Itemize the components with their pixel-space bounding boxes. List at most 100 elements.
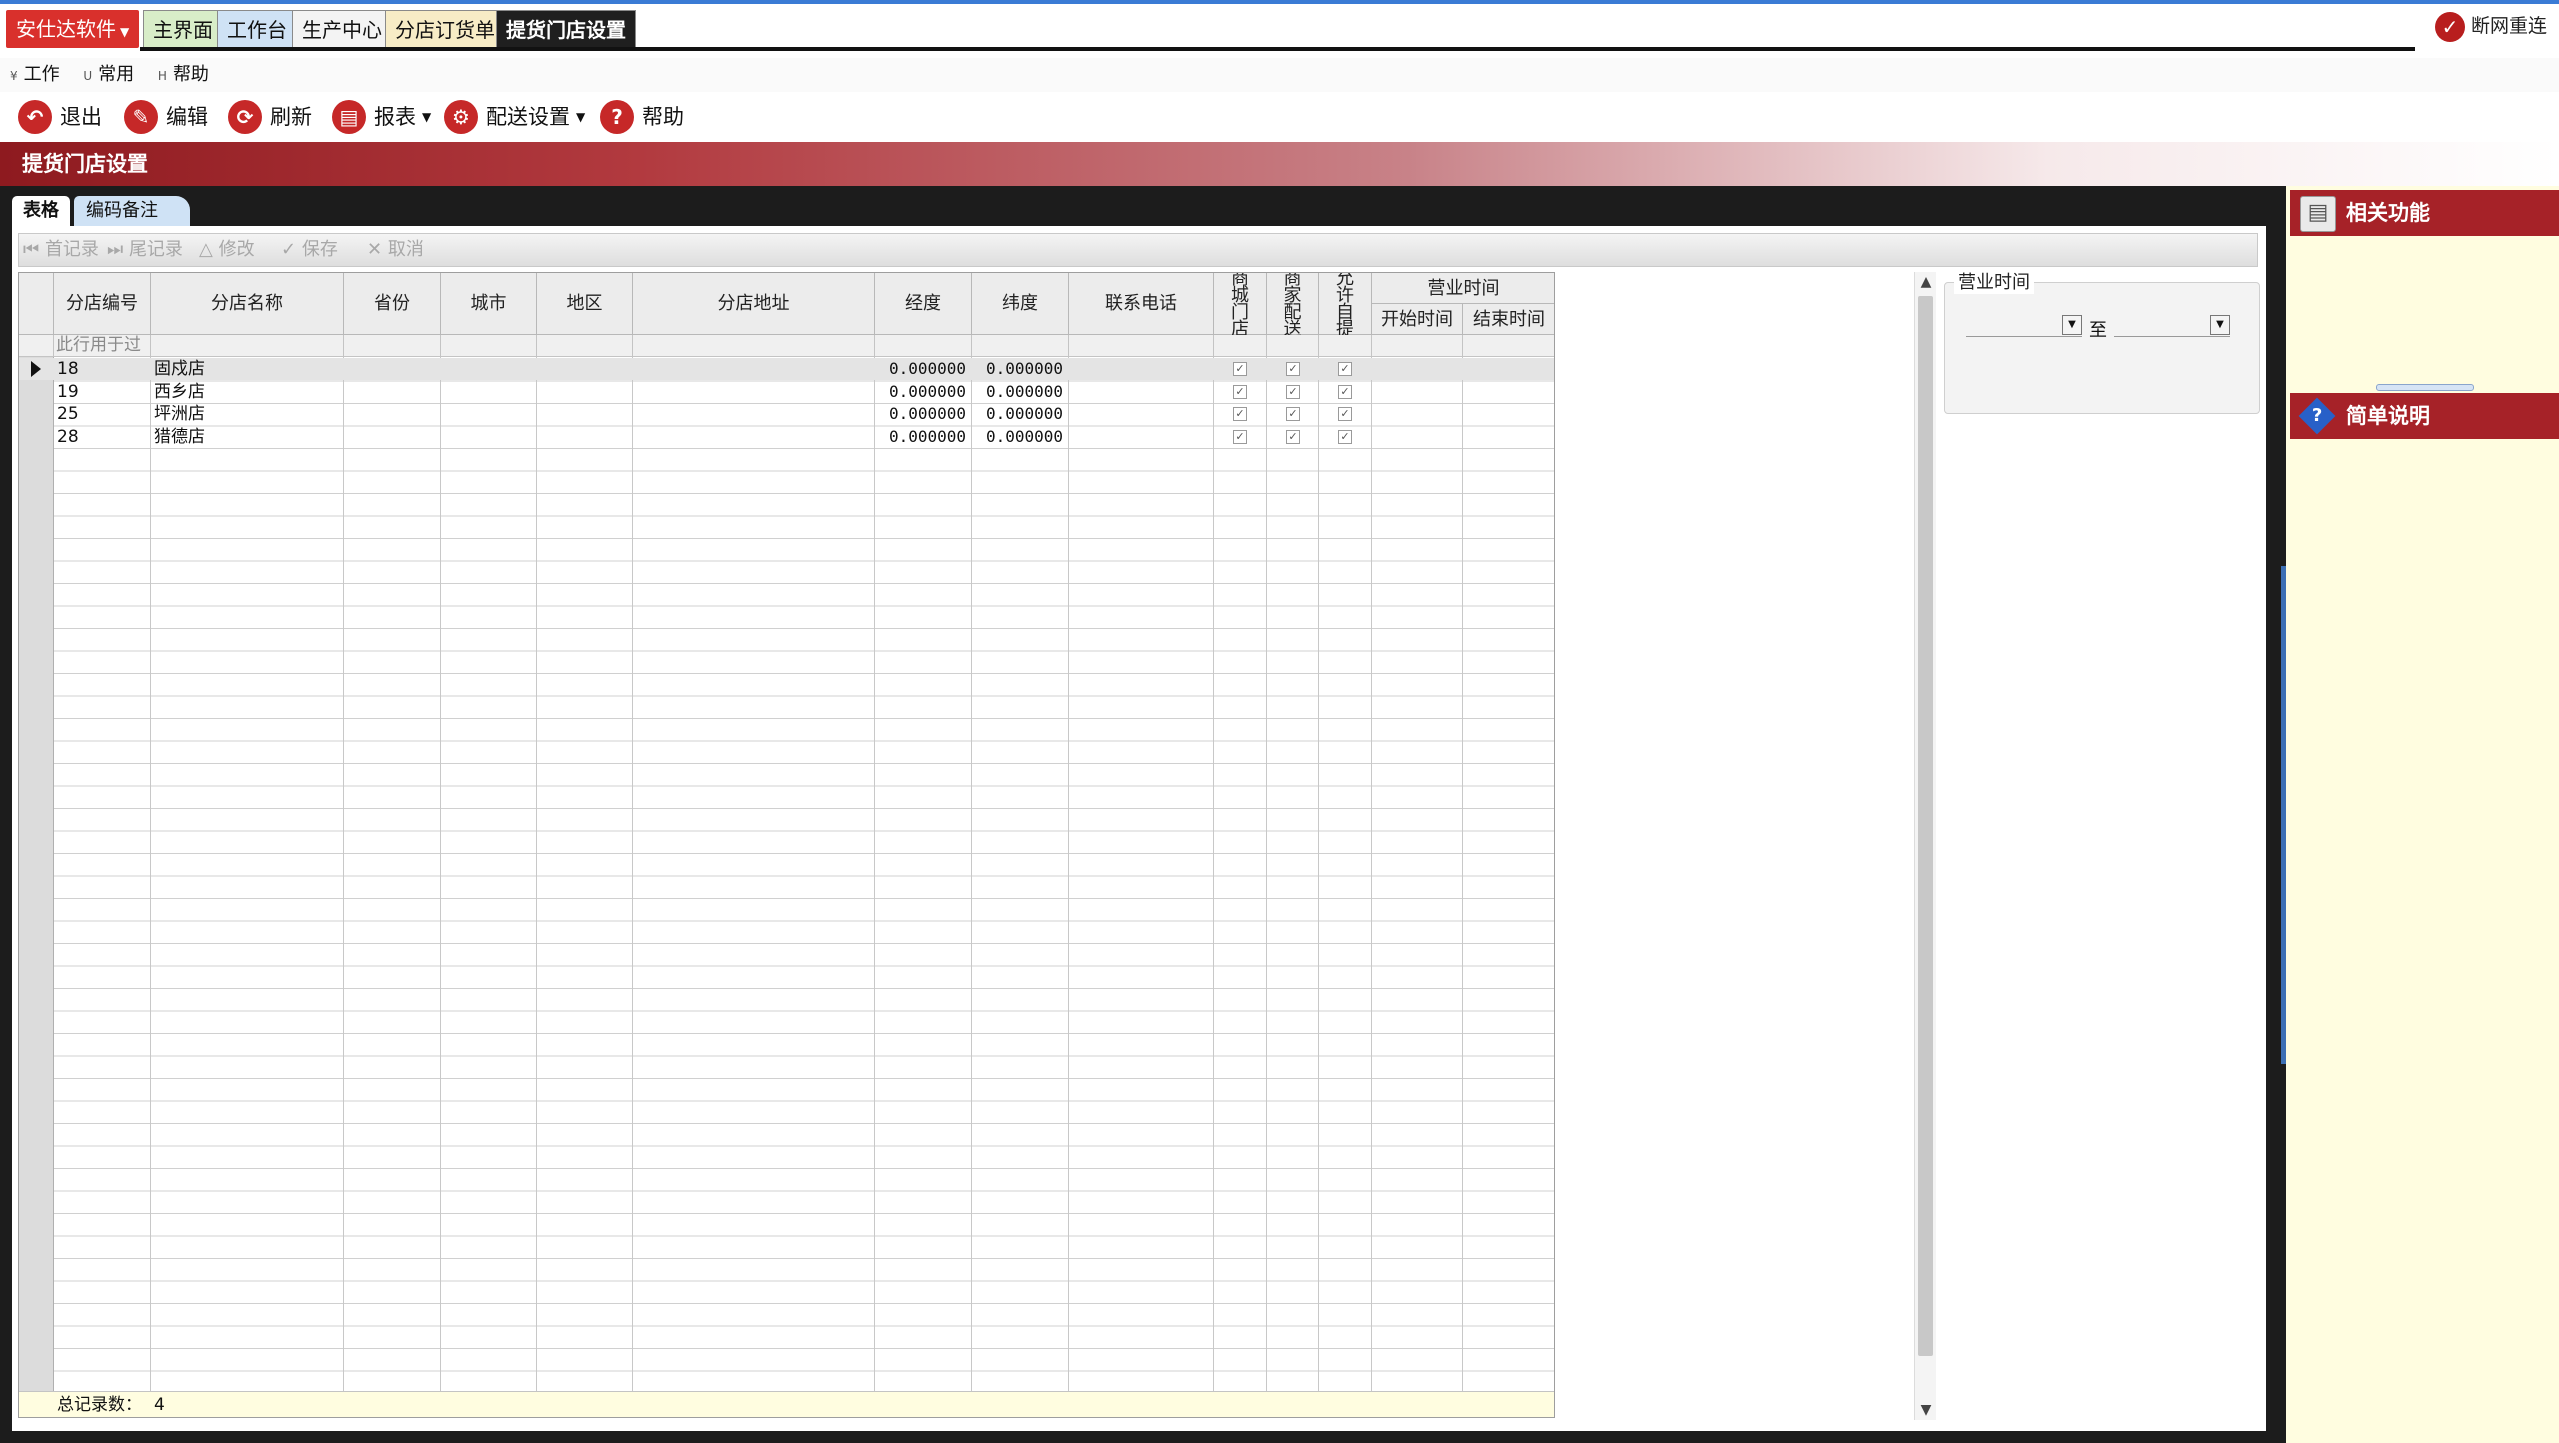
col-header-province[interactable]: 省份	[344, 273, 441, 335]
refresh-button[interactable]: ⟳ 刷新	[228, 98, 312, 136]
panel-resize-handle[interactable]	[2376, 384, 2474, 391]
menu-help[interactable]: H 帮助	[158, 58, 209, 93]
filter-city-input[interactable]	[441, 335, 537, 357]
tab-pickup-store-settings[interactable]: 提货门店设置	[496, 10, 636, 48]
col-header-name[interactable]: 分店名称	[151, 273, 344, 335]
filter-phone-input[interactable]	[1069, 335, 1214, 357]
scroll-down-icon[interactable]: ▼	[1915, 1402, 1937, 1418]
tab-branch-order[interactable]: 分店订货单	[385, 10, 505, 48]
allow-pickup-checkbox[interactable]: ✓	[1338, 384, 1352, 399]
filter-merchant-delivery-input[interactable]	[1267, 335, 1319, 357]
hours-to-select[interactable]: ▼	[2114, 313, 2230, 337]
col-header-code[interactable]: 分店编号	[54, 273, 151, 335]
nav-save-button[interactable]: ✓ 保存	[281, 234, 338, 266]
filter-allow-pickup-input[interactable]	[1319, 335, 1372, 357]
grid-vertical-scrollbar[interactable]: ▲ ▼	[1914, 272, 1936, 1420]
col-header-merchant-delivery[interactable]: 商家配送	[1267, 273, 1319, 338]
cell-code[interactable]: 18	[57, 358, 147, 380]
scroll-up-icon[interactable]: ▲	[1915, 274, 1937, 290]
brand-menu-button[interactable]: 安仕达软件 ▼	[6, 10, 140, 48]
menu-bar: ¥ 工作 U 常用 H 帮助	[0, 58, 2559, 92]
cell-longitude[interactable]: 0.000000	[875, 426, 972, 448]
subtab-table[interactable]: 表格	[12, 196, 70, 226]
subtab-code-notes[interactable]: 编码备注	[74, 196, 190, 226]
tab-production[interactable]: 生产中心	[292, 10, 392, 48]
cell-longitude[interactable]: 0.000000	[875, 381, 972, 403]
merchant-delivery-checkbox[interactable]: ✓	[1286, 429, 1300, 444]
col-header-phone[interactable]: 联系电话	[1069, 273, 1214, 335]
mall-store-checkbox[interactable]: ✓	[1233, 362, 1247, 376]
table-row[interactable]: 25 坪洲店 0.000000 0.000000 ✓ ✓ ✓	[19, 403, 1554, 425]
menu-help-label: 帮助	[172, 64, 209, 85]
tab-workbench[interactable]: 工作台	[217, 10, 297, 48]
filter-start-time-input[interactable]	[1372, 335, 1463, 357]
help-button[interactable]: ? 帮助	[600, 98, 684, 136]
last-record-icon: ⏭	[107, 239, 124, 260]
tab-main[interactable]: 主界面	[143, 10, 223, 48]
filter-latitude-input[interactable]	[972, 335, 1069, 357]
allow-pickup-checkbox[interactable]: ✓	[1338, 362, 1352, 376]
menu-common[interactable]: U 常用	[83, 58, 134, 93]
table-row[interactable]: 19 西乡店 0.000000 0.000000 ✓ ✓ ✓	[19, 381, 1554, 403]
filter-province-input[interactable]	[344, 335, 441, 357]
merchant-delivery-checkbox[interactable]: ✓	[1286, 384, 1300, 399]
table-row[interactable]: 18 固戍店 0.000000 0.000000 ✓ ✓ ✓	[19, 358, 1554, 380]
col-header-address[interactable]: 分店地址	[633, 273, 875, 335]
cell-latitude[interactable]: 0.000000	[972, 403, 1069, 425]
nav-cancel-button[interactable]: ✕ 取消	[367, 234, 424, 266]
chevron-down-icon[interactable]: ▼	[2210, 315, 2230, 335]
reconnect-button[interactable]: ✓ 断网重连	[2434, 8, 2547, 44]
nav-modify-button[interactable]: △ 修改	[199, 234, 255, 266]
nav-first-button[interactable]: ⏮ 首记录	[23, 234, 99, 266]
col-header-city[interactable]: 城市	[441, 273, 537, 335]
col-header-district[interactable]: 地区	[537, 273, 633, 335]
cell-longitude[interactable]: 0.000000	[875, 403, 972, 425]
cell-code[interactable]: 28	[57, 426, 147, 448]
filter-mall-store-input[interactable]	[1214, 335, 1267, 357]
filter-end-time-input[interactable]	[1463, 335, 1554, 357]
cell-longitude[interactable]: 0.000000	[875, 358, 972, 380]
mall-store-checkbox[interactable]: ✓	[1233, 384, 1247, 399]
cell-latitude[interactable]: 0.000000	[972, 381, 1069, 403]
nav-last-button[interactable]: ⏭ 尾记录	[107, 234, 183, 266]
filter-address-input[interactable]	[633, 335, 875, 357]
filter-district-input[interactable]	[537, 335, 633, 357]
cell-name[interactable]: 西乡店	[154, 381, 340, 403]
mall-store-checkbox[interactable]: ✓	[1233, 429, 1247, 444]
chevron-down-icon[interactable]: ▼	[2062, 315, 2082, 335]
scroll-thumb[interactable]	[1918, 296, 1933, 1356]
hours-from-select[interactable]: ▼	[1966, 313, 2082, 337]
filter-longitude-input[interactable]	[875, 335, 972, 357]
col-header-mall-store[interactable]: 商城门店	[1214, 273, 1267, 338]
table-row[interactable]: 28 猎德店 0.000000 0.000000 ✓ ✓ ✓	[19, 426, 1554, 448]
report-button[interactable]: ▤ 报表 ▼	[332, 98, 431, 136]
allow-pickup-checkbox[interactable]: ✓	[1338, 407, 1352, 421]
menu-work[interactable]: ¥ 工作	[10, 58, 60, 93]
cell-name[interactable]: 固戍店	[154, 358, 340, 380]
cell-name[interactable]: 猎德店	[154, 426, 340, 448]
nav-modify-label: 修改	[218, 239, 255, 260]
merchant-delivery-checkbox[interactable]: ✓	[1286, 362, 1300, 376]
cell-code[interactable]: 19	[57, 381, 147, 403]
menu-work-label: 工作	[23, 64, 60, 85]
save-check-icon: ✓	[281, 239, 297, 260]
brief-notes-header[interactable]: ? 简单说明	[2290, 393, 2559, 439]
exit-button[interactable]: ↶ 退出	[18, 98, 102, 136]
cell-code[interactable]: 25	[57, 403, 147, 425]
col-header-latitude[interactable]: 纬度	[972, 273, 1069, 335]
allow-pickup-checkbox[interactable]: ✓	[1338, 429, 1352, 444]
merchant-delivery-checkbox[interactable]: ✓	[1286, 407, 1300, 421]
col-header-longitude[interactable]: 经度	[875, 273, 972, 335]
col-header-allow-pickup[interactable]: 允许自提	[1319, 273, 1372, 338]
col-header-end-time[interactable]: 结束时间	[1463, 304, 1554, 335]
mall-store-checkbox[interactable]: ✓	[1233, 407, 1247, 421]
cell-latitude[interactable]: 0.000000	[972, 426, 1069, 448]
filter-code-input[interactable]: 此行用于过	[54, 335, 151, 357]
edit-button[interactable]: ✎ 编辑	[124, 98, 208, 136]
related-functions-header[interactable]: ▤ 相关功能	[2290, 190, 2559, 236]
filter-name-input[interactable]	[151, 335, 344, 357]
cell-name[interactable]: 坪洲店	[154, 403, 340, 425]
delivery-settings-button[interactable]: ⚙ 配送设置 ▼	[444, 98, 585, 136]
cell-latitude[interactable]: 0.000000	[972, 358, 1069, 380]
col-header-start-time[interactable]: 开始时间	[1372, 304, 1463, 335]
